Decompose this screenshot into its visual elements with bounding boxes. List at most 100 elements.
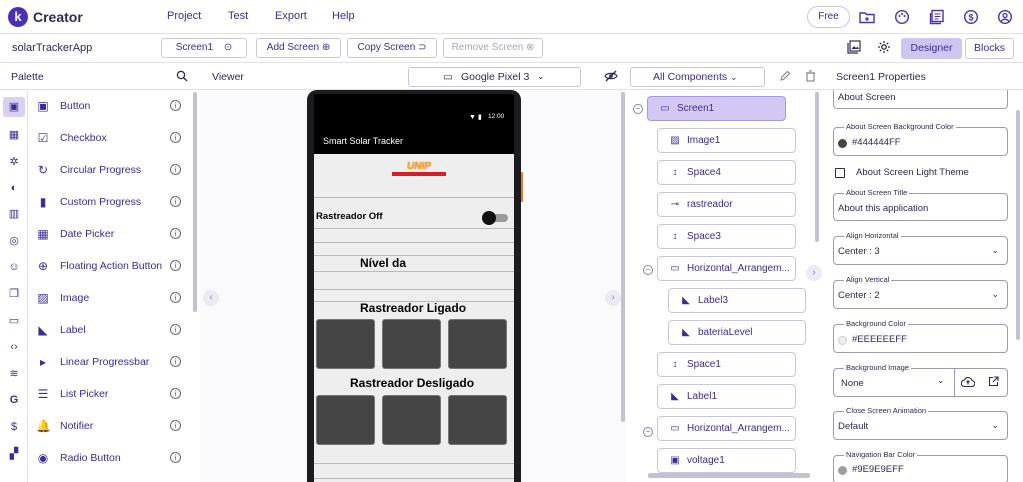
menu-test[interactable]: Test [228,10,248,22]
components-filter-select[interactable]: All Components ⌄ [630,67,765,87]
bg-color-field[interactable]: Background Color #EEEEEEFF [833,319,1008,353]
ligado-button-2[interactable] [382,319,441,369]
media-category-icon[interactable]: ✲ [3,152,25,172]
palette-item[interactable]: ☑ Checkbox i [36,129,186,149]
palette-item[interactable]: ◉ Radio Button i [36,449,186,469]
connectivity-category-icon[interactable]: ▭ [3,311,25,331]
info-icon[interactable]: i [170,132,181,143]
account-icon[interactable] [997,9,1013,25]
palette-scrollbar[interactable] [193,92,197,312]
desligado-button-1[interactable] [316,395,375,445]
component-node[interactable]: ⊸ rastreador [657,192,796,217]
designer-button[interactable]: Designer [901,38,962,59]
user-interface-category-icon[interactable]: ▣ [3,97,25,117]
dollar-icon[interactable]: $ [963,9,979,25]
collapse-screen1-icon[interactable]: − [633,104,643,114]
app-logo[interactable]: k [8,7,28,27]
info-icon[interactable]: i [170,356,181,367]
light-theme-checkbox[interactable] [835,168,845,178]
palette-item[interactable]: ▸ Linear Progressbar i [36,353,186,373]
info-icon[interactable]: i [170,228,181,239]
palette-item[interactable]: ▣ Button i [36,97,186,117]
hide-components-icon[interactable] [604,70,618,85]
monetization-category-icon[interactable]: $ [3,417,25,437]
menu-project[interactable]: Project [167,10,201,22]
palette-theme-icon[interactable] [894,9,910,25]
component-node[interactable]: ↕ Space1 [657,352,796,377]
align-vertical-select[interactable]: Align Vertical Center : 2 ⌄ [833,275,1008,309]
components-scroll-right-icon[interactable]: › [806,265,822,281]
upload-icon[interactable] [960,376,976,391]
component-node[interactable]: ↕ Space4 [657,160,796,185]
search-icon[interactable] [176,70,188,85]
open-external-icon[interactable] [988,376,999,390]
about-screen-textarea[interactable]: About Screen [833,90,1008,109]
remove-screen-button[interactable]: Remove Screen ⊗ [443,38,543,58]
viewer-scrollbar[interactable] [621,92,625,422]
palette-item[interactable]: ▨ Image i [36,289,186,309]
edit-icon[interactable] [779,70,791,85]
ligado-button-3[interactable] [448,319,507,369]
delete-icon[interactable] [805,70,816,85]
library-icon[interactable] [929,9,945,25]
palette-item[interactable]: ↻ Circular Progress i [36,161,186,181]
components-scrollbar[interactable] [815,92,819,242]
component-node[interactable]: ◣ bateriaLevel [668,320,806,345]
palette-item[interactable]: ⊕ Floating Action Button i [36,257,186,277]
social-category-icon[interactable]: ☺ [3,257,25,277]
viewer-scroll-right-icon[interactable]: › [605,290,621,306]
align-horizontal-select[interactable]: Align Horizontal Center : 3 ⌄ [833,231,1008,265]
menu-help[interactable]: Help [332,10,355,22]
palette-item[interactable]: ◣ Label i [36,321,186,341]
palette-item[interactable]: ▦ Date Picker i [36,225,186,245]
extensions-category-icon[interactable]: ▞ [3,444,25,464]
info-icon[interactable]: i [170,260,181,271]
chevron-down-icon[interactable]: ⌄ [937,375,945,386]
ligado-button-1[interactable] [316,319,375,369]
desligado-button-2[interactable] [382,395,441,445]
component-node[interactable]: ◣ Label1 [657,384,796,409]
screen-select[interactable]: Screen1 ⊙ [161,38,247,58]
info-icon[interactable]: i [170,196,181,207]
info-icon[interactable]: i [170,292,181,303]
component-node[interactable]: ▨ Image1 [657,128,796,153]
viewer-scroll-left-icon[interactable]: ‹ [203,290,219,306]
add-screen-button[interactable]: Add Screen ⊕ [256,38,341,58]
info-icon[interactable]: i [170,452,181,463]
collapse-arrangement-icon[interactable]: − [643,427,653,437]
component-node[interactable]: ▭ Horizontal_Arrangem... [657,256,796,281]
component-node[interactable]: ▣ voltage1 [657,448,796,473]
drawing-category-icon[interactable]: ◐ [3,178,25,198]
component-node[interactable]: ▭ Horizontal_Arrangem... [657,416,796,441]
info-icon[interactable]: i [170,100,181,111]
google-category-icon[interactable]: G [3,390,25,410]
info-icon[interactable]: i [170,420,181,431]
sensors-category-icon[interactable]: ◎ [3,231,25,251]
copy-screen-button[interactable]: Copy Screen ⊃ [347,38,437,58]
about-title-field[interactable]: About Screen Title About this applicatio… [833,188,1008,221]
bg-image-field[interactable]: Background Image None ⌄ [833,363,1008,397]
properties-scrollbar[interactable] [1016,110,1020,340]
unip-logo[interactable]: UNIP [390,162,448,177]
gallery-icon[interactable] [846,40,862,56]
free-plan-button[interactable]: Free [807,6,850,28]
layout-category-icon[interactable]: ▦ [3,125,25,145]
component-node[interactable]: ◣ Label3 [668,288,806,313]
palette-item[interactable]: 🔔 Notifier i [36,417,186,437]
info-icon[interactable]: i [170,388,181,399]
info-icon[interactable]: i [170,164,181,175]
info-icon[interactable]: i [170,324,181,335]
feed-category-icon[interactable]: ≋ [3,364,25,384]
collapse-arrangement-icon[interactable]: − [643,265,653,275]
new-folder-icon[interactable] [859,9,875,25]
palette-item[interactable]: ▮ Custom Progress i [36,193,186,213]
palette-item[interactable]: ☰ List Picker i [36,385,186,405]
component-node[interactable]: ↕ Space3 [657,224,796,249]
menu-export[interactable]: Export [275,10,307,22]
device-select[interactable]: ▭ Google Pixel 3 ⌄ [408,67,581,87]
blocks-button[interactable]: Blocks [965,38,1014,59]
components-horizontal-scrollbar[interactable] [648,473,810,478]
switch-thumb[interactable] [482,211,496,225]
storage-category-icon[interactable]: ❐ [3,284,25,304]
component-node[interactable]: ▭ Screen1 [647,96,786,121]
